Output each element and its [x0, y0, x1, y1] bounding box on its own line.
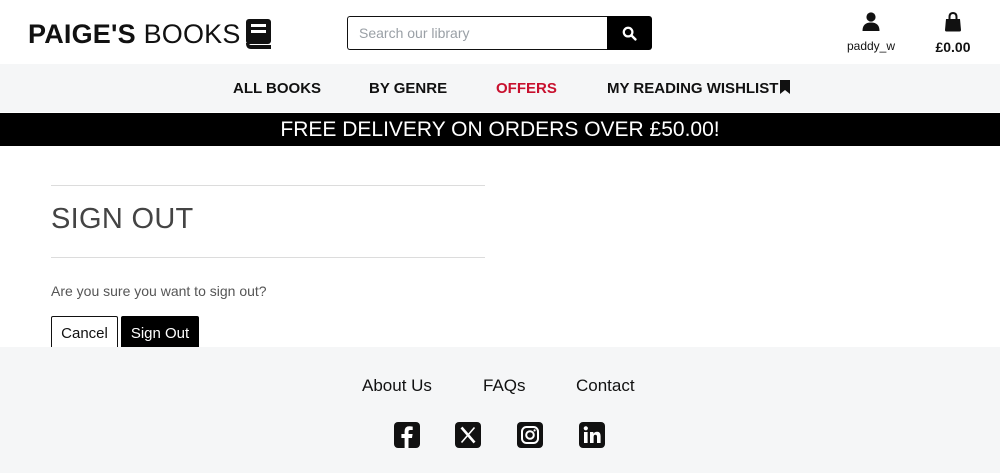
- sign-out-button[interactable]: Sign Out: [121, 316, 199, 350]
- instagram-icon[interactable]: [517, 422, 543, 448]
- user-icon: [862, 12, 880, 31]
- search-icon: [622, 26, 637, 41]
- account-menu[interactable]: paddy_w: [841, 12, 901, 53]
- nav-reading-wishlist-label: MY READING WISHLIST: [607, 80, 779, 97]
- cancel-button[interactable]: Cancel: [51, 316, 118, 350]
- search-form: [347, 16, 652, 50]
- divider-bottom: [51, 257, 485, 258]
- main-nav: ALL BOOKS BY GENRE OFFERS MY READING WIS…: [0, 64, 1000, 112]
- site-header: PAIGE'S BOOKS paddy_w £0.00: [0, 0, 1000, 64]
- site-footer: About Us FAQs Contact: [0, 347, 1000, 473]
- nav-offers[interactable]: OFFERS: [496, 80, 557, 97]
- footer-link-contact[interactable]: Contact: [576, 376, 635, 396]
- bookmark-icon: [780, 80, 791, 94]
- delivery-banner: FREE DELIVERY ON ORDERS OVER £50.00!: [0, 113, 1000, 146]
- nav-by-genre[interactable]: BY GENRE: [369, 80, 447, 97]
- x-icon[interactable]: [455, 422, 481, 448]
- footer-link-about-us[interactable]: About Us: [362, 376, 432, 396]
- signout-confirmation-text: Are you sure you want to sign out?: [51, 283, 267, 299]
- page-title: SIGN OUT: [51, 203, 194, 235]
- search-input[interactable]: [347, 16, 607, 50]
- facebook-icon[interactable]: [394, 422, 420, 448]
- shopping-bag-icon: [945, 11, 961, 32]
- nav-reading-wishlist[interactable]: MY READING WISHLIST: [607, 80, 791, 97]
- nav-all-books[interactable]: ALL BOOKS: [233, 80, 321, 97]
- divider-top: [51, 185, 485, 186]
- logo-light-text: BOOKS: [143, 19, 241, 49]
- account-username: paddy_w: [846, 39, 896, 53]
- shopping-bag[interactable]: £0.00: [928, 11, 978, 55]
- site-logo[interactable]: PAIGE'S BOOKS: [28, 18, 272, 50]
- search-button[interactable]: [607, 16, 652, 50]
- footer-link-faqs[interactable]: FAQs: [483, 376, 526, 396]
- linkedin-icon[interactable]: [579, 422, 605, 448]
- book-icon: [245, 18, 271, 49]
- logo-bold-text: PAIGE'S: [28, 19, 136, 49]
- bag-total: £0.00: [935, 39, 971, 55]
